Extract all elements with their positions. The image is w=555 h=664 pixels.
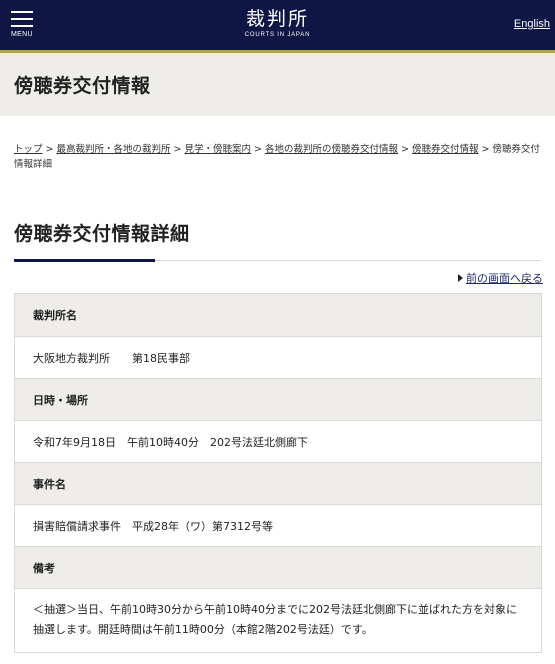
case-value: 損害賠償請求事件 平成28年（ワ）第7312号等: [15, 504, 541, 546]
back-link-wrap: 前の画面へ戻る: [14, 270, 543, 286]
ticket-info-table: 裁判所名 大阪地方裁判所 第18民事部 日時・場所 令和7年9月18日 午前10…: [14, 293, 542, 653]
page-title: 傍聴券交付情報: [14, 75, 151, 97]
breadcrumb-link-ticket-info-courts[interactable]: 各地の裁判所の傍聴券交付情報: [265, 144, 398, 155]
breadcrumb-link-top[interactable]: トップ: [14, 144, 43, 155]
breadcrumb-separator: >: [173, 144, 182, 155]
notes-value: ＜抽選＞当日、午前10時30分から午前10時40分までに202号法廷北側廊下に並…: [15, 588, 541, 652]
court-label: 裁判所名: [15, 294, 541, 336]
detail-heading: 傍聴券交付情報詳細: [14, 219, 541, 262]
logo-main-text: 裁判所: [245, 8, 309, 30]
page-title-band: 傍聴券交付情報: [0, 53, 555, 116]
detail-title: 傍聴券交付情報詳細: [14, 223, 190, 245]
back-link[interactable]: 前の画面へ戻る: [466, 272, 543, 285]
english-link[interactable]: English: [514, 18, 550, 30]
breadcrumb: トップ > 最高裁判所・各地の裁判所 > 見学・傍聴案内 > 各地の裁判所の傍聴券交付情報 >…: [0, 116, 555, 172]
breadcrumb-link-tour[interactable]: 見学・傍聴案内: [184, 144, 251, 155]
court-value: 大阪地方裁判所 第18民事部: [15, 336, 541, 378]
logo-sub-text: COURTS IN JAPAN: [244, 32, 311, 38]
breadcrumb-separator: >: [481, 144, 490, 155]
notes-label: 備考: [15, 546, 541, 588]
breadcrumb-separator: >: [45, 144, 54, 155]
breadcrumb-separator: >: [253, 144, 262, 155]
site-header: MENU 裁判所 COURTS IN JAPAN English: [0, 0, 555, 50]
breadcrumb-link-ticket-info[interactable]: 傍聴券交付情報: [412, 144, 479, 155]
datetime-label: 日時・場所: [15, 378, 541, 420]
breadcrumb-link-courts[interactable]: 最高裁判所・各地の裁判所: [56, 144, 170, 155]
datetime-value: 令和7年9月18日 午前10時40分 202号法廷北側廊下: [15, 420, 541, 462]
site-logo[interactable]: 裁判所 COURTS IN JAPAN: [0, 7, 555, 38]
heading-underline-accent: [14, 259, 155, 262]
breadcrumb-separator: >: [400, 144, 409, 155]
triangle-right-icon: [458, 274, 463, 282]
case-label: 事件名: [15, 462, 541, 504]
